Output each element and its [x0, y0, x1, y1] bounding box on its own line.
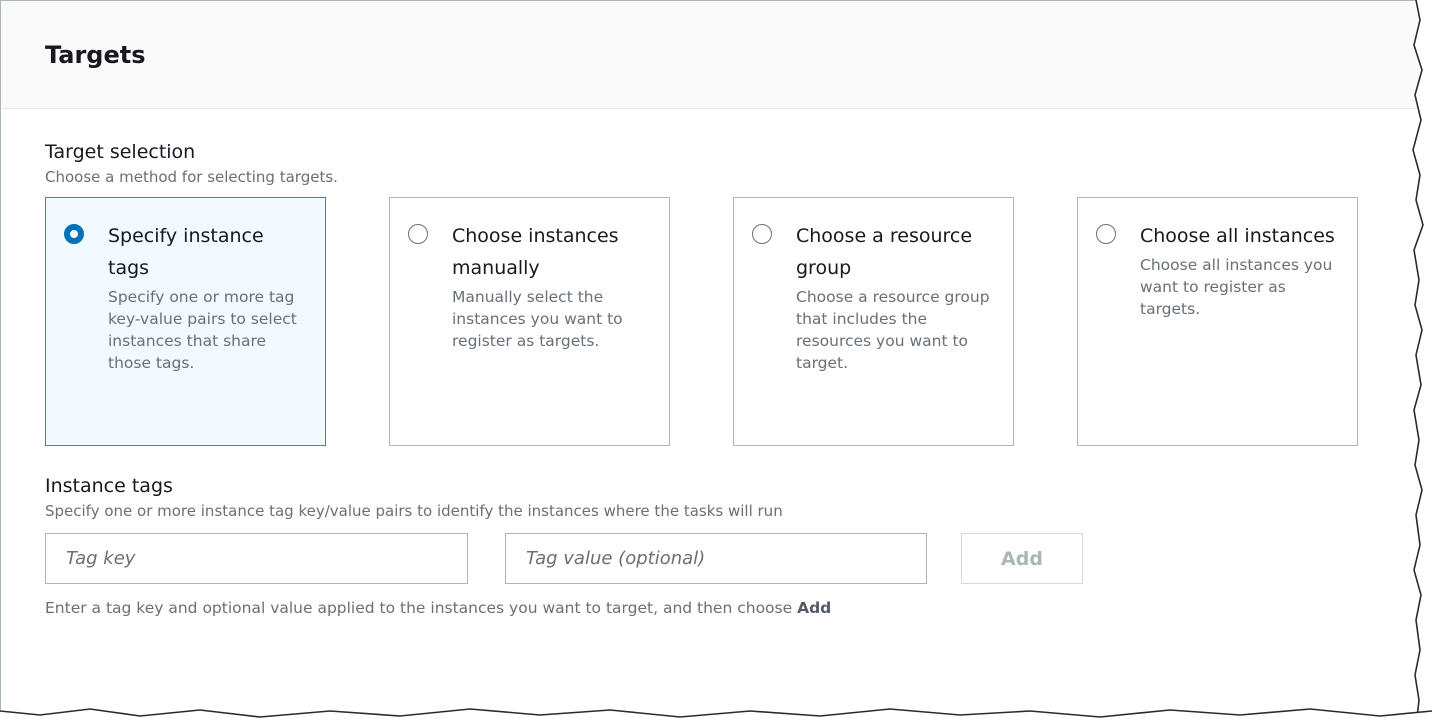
targets-panel: Targets Target selection Choose a method…	[0, 0, 1419, 719]
torn-edge-right	[1412, 0, 1432, 727]
tile-choose-all-instances[interactable]: Choose all instances Choose all instance…	[1077, 197, 1358, 446]
target-selection-tiles: Specify instance tags Specify one or mor…	[45, 197, 1375, 449]
tile-title: Specify instance tags	[108, 225, 264, 279]
torn-edge-bottom	[0, 708, 1432, 727]
tag-key-input[interactable]	[45, 533, 468, 584]
tile-description: Choose all instances you want to registe…	[1140, 256, 1333, 318]
instance-tags-description: Specify one or more instance tag key/val…	[45, 502, 783, 520]
tile-specify-instance-tags[interactable]: Specify instance tags Specify one or mor…	[45, 197, 326, 446]
hint-add-emphasis: Add	[797, 599, 832, 617]
tag-value-input[interactable]	[505, 533, 927, 584]
tile-description: Manually select the instances you want t…	[452, 288, 623, 350]
radio-unselected-icon[interactable]	[752, 224, 772, 244]
radio-unselected-icon[interactable]	[1096, 224, 1116, 244]
instance-tags-label: Instance tags	[45, 475, 173, 497]
tag-input-row: Add	[45, 533, 1375, 585]
tile-description: Specify one or more tag key-value pairs …	[108, 288, 297, 372]
tile-title: Choose all instances	[1140, 225, 1335, 247]
target-selection-label: Target selection	[45, 141, 196, 163]
target-selection-description: Choose a method for selecting targets.	[45, 168, 338, 186]
instance-tags-hint: Enter a tag key and optional value appli…	[45, 597, 1375, 619]
panel-header: Targets	[1, 1, 1419, 109]
tile-description: Choose a resource group that includes th…	[796, 288, 990, 372]
radio-selected-icon[interactable]	[64, 224, 84, 244]
add-tag-button[interactable]: Add	[961, 533, 1083, 584]
instance-tags-section: Instance tags Specify one or more instan…	[45, 473, 1375, 619]
tile-title: Choose instances manually	[452, 225, 619, 279]
radio-unselected-icon[interactable]	[408, 224, 428, 244]
tile-title: Choose a resource group	[796, 225, 973, 279]
tile-choose-instances-manually[interactable]: Choose instances manually Manually selec…	[389, 197, 670, 446]
tile-choose-resource-group[interactable]: Choose a resource group Choose a resourc…	[733, 197, 1014, 446]
panel-content: Target selection Choose a method for sel…	[1, 109, 1419, 619]
panel-title: Targets	[45, 41, 146, 69]
hint-text: Enter a tag key and optional value appli…	[45, 599, 798, 617]
